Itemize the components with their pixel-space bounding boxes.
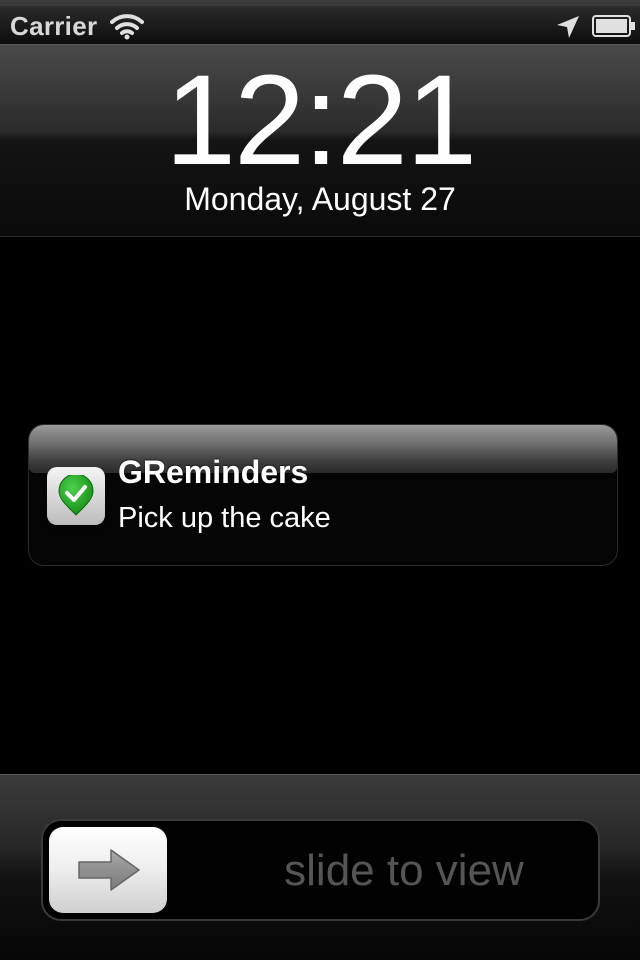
carrier-label: Carrier bbox=[10, 11, 98, 41]
clock-date: Monday, August 27 bbox=[184, 181, 456, 217]
slide-to-view-track[interactable]: slide to view bbox=[41, 819, 600, 921]
battery-full-icon bbox=[592, 15, 636, 37]
notification-app-name: GReminders bbox=[118, 454, 309, 490]
clock-panel: 12:21 Monday, August 27 bbox=[0, 44, 640, 237]
status-bar: Carrier bbox=[0, 0, 640, 44]
location-arrow-icon bbox=[555, 14, 581, 40]
right-arrow-icon bbox=[78, 849, 140, 891]
lock-screen: Carrier 12:21 Monday, August 27 GReminde… bbox=[0, 0, 640, 960]
wifi-icon bbox=[110, 12, 144, 40]
notification-message: Pick up the cake bbox=[118, 502, 331, 534]
clock-time: 12:21 bbox=[164, 49, 477, 192]
green-check-shield-icon bbox=[47, 467, 105, 525]
notification-banner[interactable]: GReminders Pick up the cake bbox=[28, 424, 618, 566]
slider-knob[interactable] bbox=[49, 827, 167, 913]
slider-panel: slide to view bbox=[0, 774, 640, 960]
slide-to-view-label: slide to view bbox=[284, 846, 524, 895]
